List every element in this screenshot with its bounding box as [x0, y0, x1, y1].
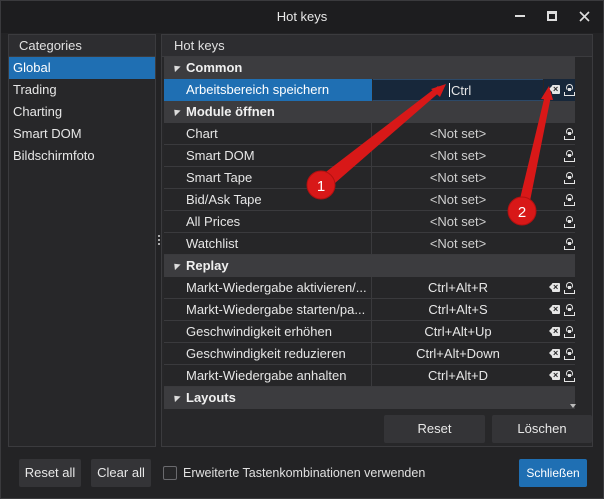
hotkey-input[interactable]: Ctrl [373, 79, 543, 101]
hotkeys-grid: Common Arbeitsbereich speichern Ctrl × M… [164, 57, 575, 439]
hotkey-row[interactable]: Markt-Wiedergabe anhalten Ctrl+Alt+D × [164, 365, 575, 387]
maximize-icon[interactable] [538, 5, 566, 27]
hotkey-row[interactable]: Arbeitsbereich speichern Ctrl × [164, 79, 575, 101]
collapse-triangle-icon[interactable] [171, 260, 181, 271]
reset-key-icon[interactable] [564, 237, 575, 250]
hotkey-row[interactable]: Smart DOM <Not set> [164, 145, 575, 167]
hotkey-value: Ctrl [451, 83, 472, 98]
group-header-common[interactable]: Common [164, 57, 575, 79]
clear-key-icon[interactable]: × [549, 348, 560, 358]
hotkey-value[interactable]: <Not set> [373, 233, 543, 255]
categories-header: Categories [9, 35, 155, 57]
hotkey-value[interactable]: Ctrl+Alt+Up [373, 321, 543, 343]
hotkey-value[interactable]: Ctrl+Alt+D [373, 365, 543, 387]
hotkey-value[interactable]: <Not set> [373, 123, 543, 145]
reset-key-icon[interactable] [564, 149, 575, 162]
category-smart-dom[interactable]: Smart DOM [9, 123, 155, 145]
hotkey-name: Chart [164, 123, 372, 145]
reset-key-icon[interactable] [564, 347, 575, 360]
hotkeys-dialog: Hot keys Categories Global Trading Chart… [0, 0, 604, 499]
group-title: Module öffnen [186, 104, 275, 119]
title-bar: Hot keys [1, 1, 603, 33]
reset-button[interactable]: Reset [384, 415, 485, 443]
scroll-down-arrow-icon[interactable] [570, 404, 576, 408]
hotkeys-panel: Hot keys Common Arbeitsbereich speichern… [161, 34, 593, 447]
hotkey-name: Arbeitsbereich speichern [164, 79, 372, 101]
group-title: Common [186, 60, 243, 75]
reset-key-icon[interactable] [564, 369, 575, 382]
reset-key-icon[interactable] [564, 303, 575, 316]
reset-key-icon[interactable] [564, 325, 575, 338]
hotkey-name: Markt-Wiedergabe aktivieren/... [164, 277, 372, 299]
hotkey-name: All Prices [164, 211, 372, 233]
group-title: Layouts [186, 390, 236, 405]
categories-panel: Categories Global Trading Charting Smart… [8, 34, 156, 447]
group-header-layouts[interactable]: Layouts [164, 387, 575, 409]
collapse-triangle-icon[interactable] [171, 392, 181, 403]
hotkey-row[interactable]: Geschwindigkeit erhöhen Ctrl+Alt+Up × [164, 321, 575, 343]
reset-all-button[interactable]: Reset all [19, 459, 81, 487]
hotkey-value[interactable]: Ctrl+Alt+R [373, 277, 543, 299]
hotkeys-header: Hot keys [162, 35, 592, 57]
reset-key-icon[interactable] [564, 281, 575, 294]
category-bildschirmfoto[interactable]: Bildschirmfoto [9, 145, 155, 167]
hotkey-name: Geschwindigkeit erhöhen [164, 321, 372, 343]
hotkey-row[interactable]: Bid/Ask Tape <Not set> [164, 189, 575, 211]
clear-key-icon[interactable]: × [549, 304, 560, 314]
hotkey-row[interactable]: Geschwindigkeit reduzieren Ctrl+Alt+Down… [164, 343, 575, 365]
hotkey-value[interactable]: <Not set> [373, 167, 543, 189]
close-button[interactable]: Schließen [519, 459, 587, 487]
hotkey-row[interactable]: Markt-Wiedergabe aktivieren/... Ctrl+Alt… [164, 277, 575, 299]
extended-combinations-option[interactable]: Erweiterte Tastenkombinationen verwenden [163, 464, 425, 482]
reset-key-icon[interactable] [564, 83, 575, 96]
close-icon[interactable] [570, 5, 598, 27]
group-header-module-oeffnen[interactable]: Module öffnen [164, 101, 575, 123]
minimize-icon[interactable] [506, 5, 534, 27]
clear-key-icon[interactable]: × [549, 370, 560, 380]
reset-key-icon[interactable] [564, 127, 575, 140]
clear-key-icon[interactable]: × [549, 326, 560, 336]
clear-key-icon[interactable]: × [549, 84, 560, 94]
clear-key-icon[interactable]: × [549, 282, 560, 292]
group-title: Replay [186, 258, 229, 273]
category-global[interactable]: Global [9, 57, 155, 79]
text-caret [449, 83, 450, 97]
reset-key-icon[interactable] [564, 193, 575, 206]
collapse-triangle-icon[interactable] [171, 62, 181, 73]
hotkey-row[interactable]: Markt-Wiedergabe starten/pa... Ctrl+Alt+… [164, 299, 575, 321]
extended-combinations-label: Erweiterte Tastenkombinationen verwenden [183, 466, 426, 480]
hotkey-name: Geschwindigkeit reduzieren [164, 343, 372, 365]
reset-key-icon[interactable] [564, 171, 575, 184]
category-trading[interactable]: Trading [9, 79, 155, 101]
collapse-triangle-icon[interactable] [171, 106, 181, 117]
hotkey-name: Bid/Ask Tape [164, 189, 372, 211]
hotkey-name: Markt-Wiedergabe anhalten [164, 365, 372, 387]
hotkey-value[interactable]: <Not set> [373, 145, 543, 167]
extended-combinations-checkbox[interactable] [163, 466, 177, 480]
hotkey-name: Smart DOM [164, 145, 372, 167]
group-header-replay[interactable]: Replay [164, 255, 575, 277]
hotkey-value[interactable]: Ctrl+Alt+Down [373, 343, 543, 365]
delete-button[interactable]: Löschen [492, 415, 592, 443]
clear-all-button[interactable]: Clear all [91, 459, 151, 487]
hotkey-value[interactable]: Ctrl+Alt+S [373, 299, 543, 321]
reset-key-icon[interactable] [564, 215, 575, 228]
hotkey-row[interactable]: Chart <Not set> [164, 123, 575, 145]
hotkey-value[interactable]: <Not set> [373, 189, 543, 211]
hotkey-value[interactable]: <Not set> [373, 211, 543, 233]
hotkey-name: Markt-Wiedergabe starten/pa... [164, 299, 372, 321]
hotkey-name: Smart Tape [164, 167, 372, 189]
hotkey-row[interactable]: All Prices <Not set> [164, 211, 575, 233]
category-charting[interactable]: Charting [9, 101, 155, 123]
hotkey-row[interactable]: Watchlist <Not set> [164, 233, 575, 255]
hotkey-name: Watchlist [164, 233, 372, 255]
hotkey-row[interactable]: Smart Tape <Not set> [164, 167, 575, 189]
